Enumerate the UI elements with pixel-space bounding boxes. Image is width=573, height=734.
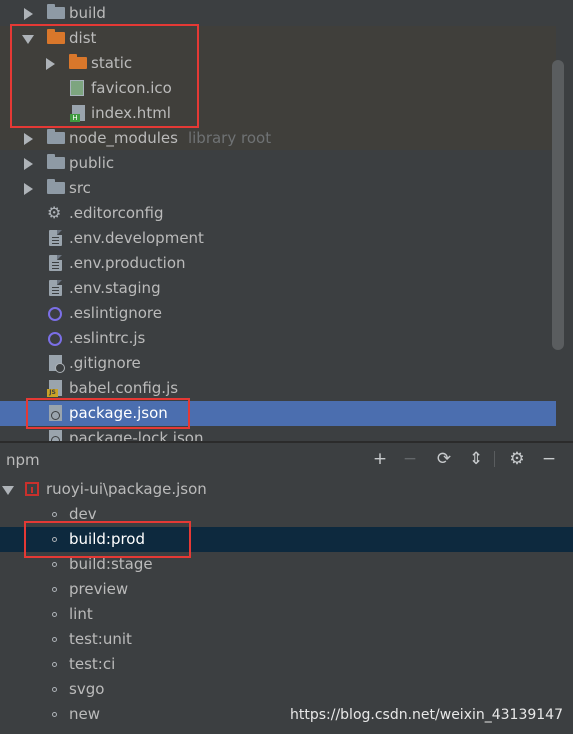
tree-item-src[interactable]: src: [0, 176, 556, 201]
library-root-tag: library root: [187, 129, 272, 147]
expand-arrow-icon[interactable]: [24, 183, 33, 195]
bullet-icon: [52, 637, 57, 642]
tree-item-label: .env.staging: [69, 279, 161, 297]
tree-item-label: .eslintignore: [69, 304, 162, 322]
npm-script-label: test:unit: [69, 630, 132, 648]
npm-panel-title: npm: [6, 451, 40, 469]
text-file-icon: [49, 230, 62, 246]
watermark-text: https://blog.csdn.net/weixin_43139147: [289, 707, 563, 723]
tree-item-eslintrc[interactable]: .eslintrc.js: [0, 326, 556, 351]
text-file-icon: [49, 255, 62, 271]
gear-icon: ⚙: [47, 203, 62, 222]
tree-item-node-modules[interactable]: node_modules library root: [0, 126, 556, 151]
npm-script-preview[interactable]: preview: [0, 577, 573, 602]
bullet-icon: [52, 687, 57, 692]
refresh-icon[interactable]: ⟳: [434, 449, 454, 469]
tree-scrollbar-thumb[interactable]: [552, 60, 564, 350]
npm-script-label: test:ci: [69, 655, 116, 673]
npm-script-svgo[interactable]: svgo: [0, 677, 573, 702]
js-file-icon: JS: [47, 380, 62, 397]
settings-icon[interactable]: ⚙: [507, 449, 527, 469]
tree-item-label: src: [69, 179, 91, 197]
add-icon[interactable]: +: [370, 449, 390, 469]
collapse-arrow-icon[interactable]: [2, 486, 14, 495]
tree-item-label: build: [69, 4, 106, 22]
npm-script-test-unit[interactable]: test:unit: [0, 627, 573, 652]
text-file-icon: [49, 280, 62, 296]
tree-item-label: .gitignore: [69, 354, 141, 372]
npm-panel: npm + − ⟳ ⇕ ⚙ − ruoyi-ui\package.json de…: [0, 441, 573, 734]
npm-script-label: preview: [69, 580, 129, 598]
bullet-icon: [52, 612, 57, 617]
npm-root-item[interactable]: ruoyi-ui\package.json: [0, 477, 573, 502]
hide-panel-icon[interactable]: −: [539, 449, 559, 469]
tree-item-gitignore[interactable]: .gitignore: [0, 351, 556, 376]
annotation-box-package-json: [26, 398, 190, 429]
tree-item-editorconfig[interactable]: ⚙ .editorconfig: [0, 201, 556, 226]
npm-package-icon: [25, 482, 39, 496]
folder-icon: [47, 154, 65, 169]
tree-item-label: babel.config.js: [69, 379, 179, 397]
tree-item-env-staging[interactable]: .env.staging: [0, 276, 556, 301]
json-file-icon: [49, 430, 62, 441]
annotation-box-dist: [10, 24, 199, 128]
folder-icon: [47, 179, 65, 194]
npm-script-label: svgo: [69, 680, 105, 698]
tree-item-label: node_modules: [69, 129, 178, 147]
annotation-box-build-prod: [24, 521, 191, 558]
collapse-all-icon[interactable]: ⇕: [466, 449, 486, 469]
tree-item-env-development[interactable]: .env.development: [0, 226, 556, 251]
npm-script-test-ci[interactable]: test:ci: [0, 652, 573, 677]
remove-icon[interactable]: −: [400, 449, 420, 469]
bullet-icon: [52, 587, 57, 592]
folder-icon: [47, 4, 65, 19]
panel-divider[interactable]: [0, 441, 573, 443]
toolbar-separator: [494, 451, 495, 467]
bullet-icon: [52, 712, 57, 717]
tree-item-build[interactable]: build: [0, 1, 556, 26]
tree-item-label: .editorconfig: [69, 204, 164, 222]
tree-item-eslintignore[interactable]: .eslintignore: [0, 301, 556, 326]
expand-arrow-icon[interactable]: [24, 133, 33, 145]
folder-icon: [47, 129, 65, 144]
npm-script-label: lint: [69, 605, 93, 623]
bullet-icon: [52, 662, 57, 667]
expand-arrow-icon[interactable]: [24, 8, 33, 20]
npm-script-label: new: [69, 705, 101, 723]
eslint-icon: [48, 307, 62, 321]
tree-item-public[interactable]: public: [0, 151, 556, 176]
bullet-icon: [52, 562, 57, 567]
tree-item-label: public: [69, 154, 115, 172]
eslint-icon: [48, 332, 62, 346]
tree-item-label: .env.development: [69, 229, 204, 247]
gitignore-file-icon: [49, 355, 65, 373]
tree-item-label: .eslintrc.js: [69, 329, 146, 347]
tree-item-label: package-lock.json: [69, 429, 204, 441]
bullet-icon: [52, 512, 57, 517]
npm-script-lint[interactable]: lint: [0, 602, 573, 627]
npm-root-label: ruoyi-ui\package.json: [46, 480, 207, 498]
tree-item-label: .env.production: [69, 254, 186, 272]
expand-arrow-icon[interactable]: [24, 158, 33, 170]
tree-item-env-production[interactable]: .env.production: [0, 251, 556, 276]
